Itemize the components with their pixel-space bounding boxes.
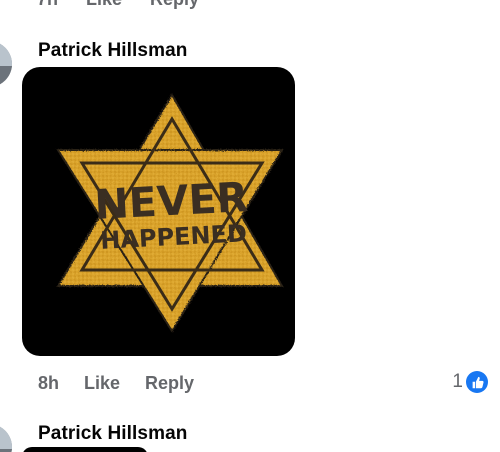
like-icon xyxy=(466,371,488,393)
comment-author-name[interactable]: Patrick Hillsman xyxy=(38,40,187,62)
comment-actions: 8h Like Reply xyxy=(38,373,194,394)
next-comment-author-name[interactable]: Patrick Hillsman xyxy=(38,423,187,445)
previous-comment-reply-button[interactable]: Reply xyxy=(150,0,199,10)
previous-comment-actions: 7h Like Reply xyxy=(37,0,199,10)
reaction-summary[interactable]: 1 xyxy=(452,371,488,393)
next-comment-avatar[interactable] xyxy=(0,424,12,452)
next-comment-image[interactable] xyxy=(22,447,148,452)
star-badge-image: NEVER HAPPENED xyxy=(56,93,284,333)
comment-image[interactable]: NEVER HAPPENED xyxy=(22,67,295,356)
avatar[interactable] xyxy=(0,41,12,87)
previous-comment-like-button[interactable]: Like xyxy=(86,0,122,10)
reply-button[interactable]: Reply xyxy=(145,373,194,394)
comments-thread: 7h Like Reply Patrick Hillsman xyxy=(0,0,500,452)
previous-comment-time: 7h xyxy=(37,0,58,10)
like-button[interactable]: Like xyxy=(84,373,120,394)
comment-time[interactable]: 8h xyxy=(38,373,59,394)
reaction-count: 1 xyxy=(452,371,463,392)
